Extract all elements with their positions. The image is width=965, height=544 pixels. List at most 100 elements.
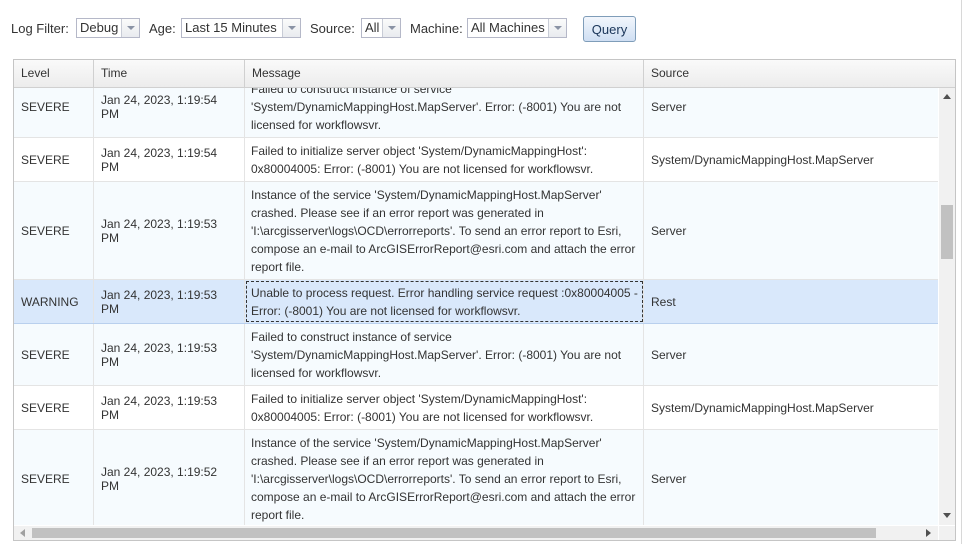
message-cell[interactable]: Failed to initialize server object 'Syst… xyxy=(245,386,644,429)
message-cell[interactable]: Instance of the service 'System/DynamicM… xyxy=(245,182,644,279)
time-cell[interactable]: Jan 24, 2023, 1:19:53 PM xyxy=(94,324,245,385)
message-line: 'System/DynamicMappingHost.MapServer'. E… xyxy=(251,347,622,362)
message-line: compose an e-mail to ArcGISErrorReport@e… xyxy=(251,489,636,504)
log-grid: Level Time Message Source SEVERE Jan 24, … xyxy=(13,59,956,541)
level-cell[interactable]: SEVERE xyxy=(14,386,94,429)
message-line: report file. xyxy=(251,259,305,274)
log-toolbar: Log Filter: Debug Age: Last 15 Minutes S… xyxy=(0,0,965,56)
message-line: crashed. Please see if an error report w… xyxy=(251,453,544,468)
machine-value: All Machines xyxy=(471,20,545,35)
message-text: Instance of the service 'System/DynamicM… xyxy=(251,186,635,276)
vertical-scroll-thumb[interactable] xyxy=(941,205,953,259)
table-row[interactable]: SEVERE Jan 24, 2023, 1:19:54 PM Failed to … xyxy=(14,138,938,182)
message-text: Unable to process request. Error handlin… xyxy=(251,284,638,320)
source-value: All xyxy=(365,20,380,35)
column-header-message[interactable]: Message xyxy=(245,60,644,87)
level-cell[interactable]: SEVERE xyxy=(14,182,94,279)
source-cell[interactable]: Rest xyxy=(644,280,938,323)
grid-header: Level Time Message Source xyxy=(14,60,955,88)
column-header-source[interactable]: Source xyxy=(644,60,955,87)
scroll-left-arrow-icon[interactable] xyxy=(20,529,25,537)
source-cell[interactable]: Server xyxy=(644,324,938,385)
horizontal-scrollbar[interactable] xyxy=(14,526,938,540)
age-label: Age: xyxy=(149,21,176,36)
time-cell[interactable]: Jan 24, 2023, 1:19:53 PM xyxy=(94,182,245,279)
vertical-scrollbar[interactable] xyxy=(939,88,955,525)
machine-label: Machine: xyxy=(410,21,463,36)
message-line: Failed to construct instance of service xyxy=(251,329,452,344)
scrollbar-corner xyxy=(939,526,955,540)
message-cell[interactable]: Failed to construct instance of service '… xyxy=(245,88,644,137)
time-cell[interactable]: Jan 24, 2023, 1:19:53 PM xyxy=(94,386,245,429)
chevron-down-icon[interactable] xyxy=(121,19,139,37)
column-header-time[interactable]: Time xyxy=(94,60,245,87)
message-line: licensed for workflowsvr. xyxy=(251,117,382,132)
grid-rows: SEVERE Jan 24, 2023, 1:19:54 PM Failed to … xyxy=(14,88,938,525)
scroll-right-arrow-icon[interactable] xyxy=(926,529,931,537)
level-cell[interactable]: SEVERE xyxy=(14,324,94,385)
message-cell[interactable]: Failed to initialize server object 'Syst… xyxy=(245,138,644,181)
message-text: Failed to initialize server object 'Syst… xyxy=(251,390,593,426)
message-line: Unable to process request. Error handlin… xyxy=(251,285,638,300)
message-line: 'System/DynamicMappingHost.MapServer'. E… xyxy=(251,99,622,114)
message-line: 'I:\arcgisserver\logs\OCD\errorreports'.… xyxy=(251,471,622,486)
message-line: Failed to initialize server object 'Syst… xyxy=(251,143,588,158)
table-row[interactable]: SEVERE Jan 24, 2023, 1:19:52 PM Instance o… xyxy=(14,430,938,525)
message-line: 0x80004005: Error: (-8001) You are not l… xyxy=(251,161,594,176)
message-line: 0x80004005: Error: (-8001) You are not l… xyxy=(251,409,594,424)
time-cell[interactable]: Jan 24, 2023, 1:19:54 PM xyxy=(94,138,245,181)
message-line: licensed for workflowsvr. xyxy=(251,365,382,380)
source-cell[interactable]: System/DynamicMappingHost.MapServer xyxy=(644,138,938,181)
time-cell[interactable]: Jan 24, 2023, 1:19:52 PM xyxy=(94,430,245,525)
source-cell[interactable]: Server xyxy=(644,430,938,525)
machine-dropdown[interactable]: All Machines xyxy=(467,18,567,38)
horizontal-scroll-thumb[interactable] xyxy=(32,528,876,538)
source-cell[interactable]: Server xyxy=(644,182,938,279)
table-row[interactable]: SEVERE Jan 24, 2023, 1:19:53 PM Instance o… xyxy=(14,182,938,280)
query-button[interactable]: Query xyxy=(583,16,636,42)
message-line: Error: (-8001) You are not licensed for … xyxy=(251,303,521,318)
message-cell[interactable]: Unable to process request. Error handlin… xyxy=(245,280,644,323)
message-cell[interactable]: Failed to construct instance of service '… xyxy=(245,324,644,385)
scroll-down-arrow-icon[interactable] xyxy=(943,513,951,518)
source-cell[interactable]: System/DynamicMappingHost.MapServer xyxy=(644,386,938,429)
message-line: compose an e-mail to ArcGISErrorReport@e… xyxy=(251,241,636,256)
grid-body: SEVERE Jan 24, 2023, 1:19:54 PM Failed to … xyxy=(14,88,938,525)
level-cell[interactable]: SEVERE xyxy=(14,138,94,181)
level-cell[interactable]: SEVERE xyxy=(14,430,94,525)
table-row[interactable]: SEVERE Jan 24, 2023, 1:19:53 PM Failed to … xyxy=(14,386,938,430)
time-cell[interactable]: Jan 24, 2023, 1:19:54 PM xyxy=(94,88,245,137)
scroll-up-arrow-icon[interactable] xyxy=(943,94,951,99)
message-text: Failed to initialize server object 'Syst… xyxy=(251,142,593,178)
level-cell[interactable]: WARNING xyxy=(14,280,94,323)
level-cell[interactable]: SEVERE xyxy=(14,88,94,137)
message-line: Instance of the service 'System/DynamicM… xyxy=(251,435,602,450)
chevron-down-icon[interactable] xyxy=(548,19,566,37)
window-edge xyxy=(961,0,962,544)
source-dropdown[interactable]: All xyxy=(361,18,401,38)
message-cell[interactable]: Instance of the service 'System/DynamicM… xyxy=(245,430,644,525)
age-dropdown[interactable]: Last 15 Minutes xyxy=(181,18,301,38)
age-value: Last 15 Minutes xyxy=(185,20,277,35)
message-text: Failed to construct instance of service '… xyxy=(251,88,621,134)
message-text: Failed to construct instance of service '… xyxy=(251,328,621,382)
log-filter-value: Debug xyxy=(80,20,119,35)
column-header-level[interactable]: Level xyxy=(14,60,94,87)
table-row[interactable]: SEVERE Jan 24, 2023, 1:19:53 PM Failed to … xyxy=(14,324,938,386)
message-line: Failed to initialize server object 'Syst… xyxy=(251,391,588,406)
message-line: report file. xyxy=(251,507,305,522)
table-row[interactable]: SEVERE Jan 24, 2023, 1:19:54 PM Failed to … xyxy=(14,88,938,138)
log-filter-label: Log Filter: xyxy=(11,21,69,36)
table-row[interactable]: WARNING Jan 24, 2023, 1:19:53 PM Unable to… xyxy=(14,280,938,324)
time-cell[interactable]: Jan 24, 2023, 1:19:53 PM xyxy=(94,280,245,323)
source-cell[interactable]: Server xyxy=(644,88,938,137)
message-line: Instance of the service 'System/DynamicM… xyxy=(251,187,602,202)
source-label: Source: xyxy=(310,21,355,36)
log-filter-dropdown[interactable]: Debug xyxy=(76,18,140,38)
message-line: crashed. Please see if an error report w… xyxy=(251,205,544,220)
message-text: Instance of the service 'System/DynamicM… xyxy=(251,434,635,524)
chevron-down-icon[interactable] xyxy=(382,19,400,37)
message-line: 'I:\arcgisserver\logs\OCD\errorreports'.… xyxy=(251,223,622,238)
chevron-down-icon[interactable] xyxy=(282,19,300,37)
message-line: Failed to construct instance of service xyxy=(251,88,452,96)
